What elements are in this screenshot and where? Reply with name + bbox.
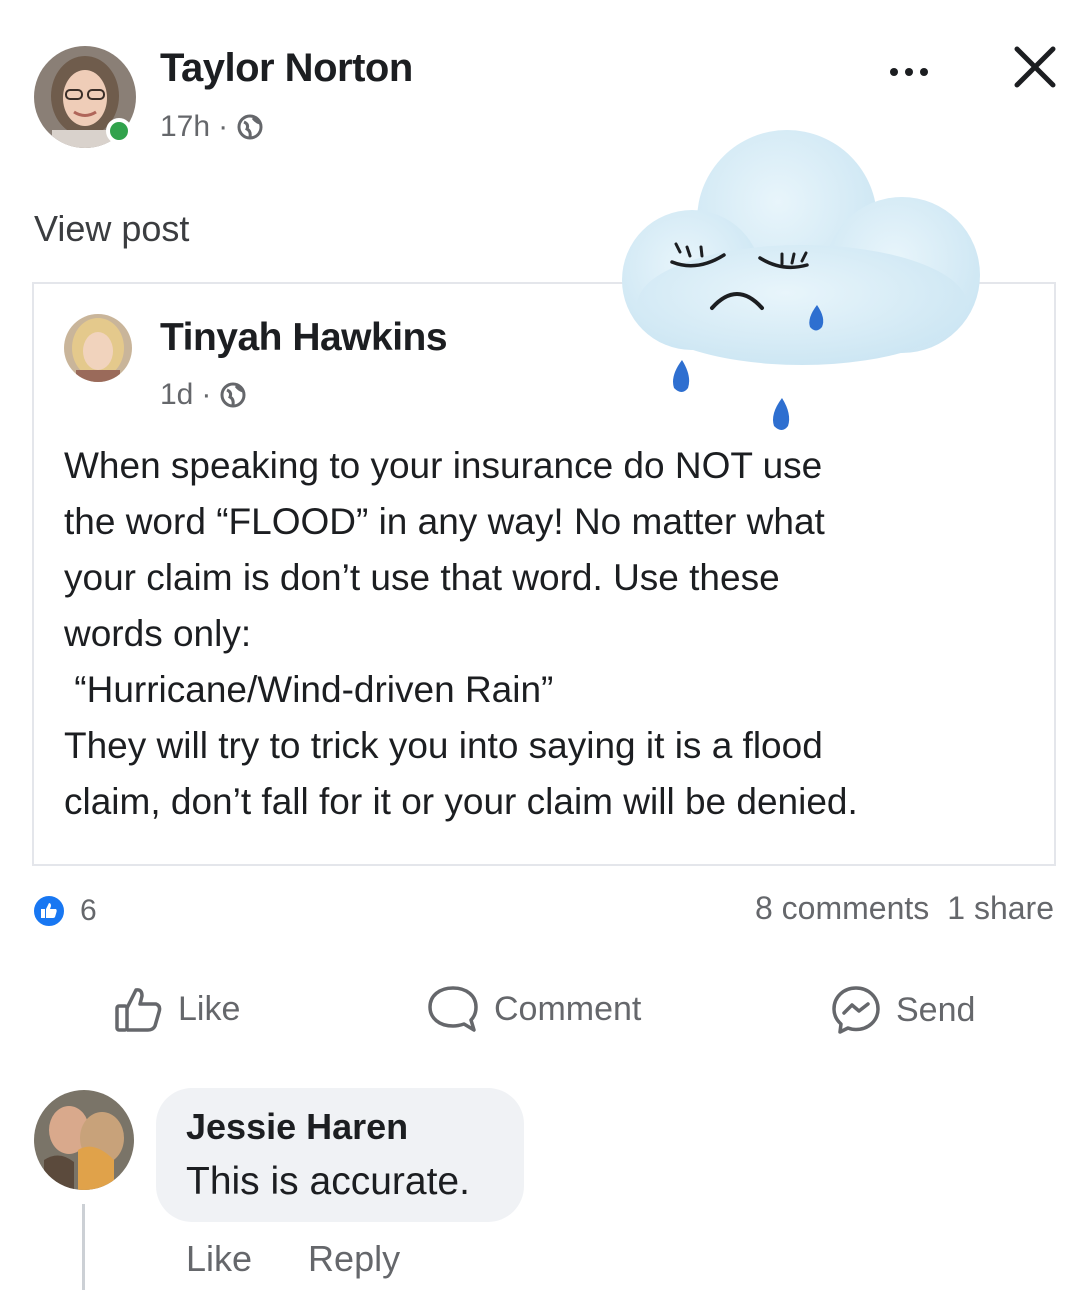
comment-icon	[428, 986, 478, 1032]
commenter-avatar[interactable]	[34, 1090, 134, 1190]
post-stats: 8 comments 1 share	[755, 890, 1054, 927]
comment-reply-button[interactable]: Reply	[308, 1238, 400, 1280]
shared-post-author-name[interactable]: Tinyah Hawkins	[160, 316, 448, 360]
shared-post-time[interactable]: 1d	[160, 378, 193, 412]
globe-icon	[220, 382, 246, 408]
reaction-count[interactable]: 6	[80, 894, 97, 928]
send-label: Send	[896, 990, 976, 1029]
comment-label: Comment	[494, 989, 642, 1028]
profile-photo	[34, 1090, 134, 1190]
post-meta: 17h ·	[160, 110, 264, 144]
more-dot	[890, 68, 898, 76]
messenger-icon	[832, 986, 880, 1034]
more-icon[interactable]	[890, 62, 928, 82]
more-dot	[920, 68, 928, 76]
meta-separator: ·	[218, 110, 229, 143]
more-dot	[905, 68, 913, 76]
comment-count[interactable]: 8 comments	[755, 890, 929, 927]
close-button[interactable]	[1012, 44, 1058, 90]
sad-raincloud-sticker	[612, 130, 992, 450]
like-reaction-icon[interactable]	[32, 894, 66, 928]
shared-post-body: When speaking to your insurance do NOT u…	[64, 445, 858, 822]
comment-author-name[interactable]: Jessie Haren	[186, 1106, 408, 1148]
like-button[interactable]: Like	[114, 984, 240, 1034]
raincloud-illustration	[622, 130, 980, 430]
post-time[interactable]: 17h	[160, 110, 210, 144]
comment-thread-line	[82, 1204, 85, 1290]
globe-icon	[237, 114, 263, 140]
post-author-name[interactable]: Taylor Norton	[160, 46, 413, 91]
online-status-dot	[106, 118, 132, 144]
share-count[interactable]: 1 share	[947, 890, 1054, 927]
comment-button[interactable]: Comment	[426, 984, 641, 1034]
comment-actions: Like Reply	[186, 1238, 400, 1280]
comment-text: This is accurate.	[186, 1160, 470, 1203]
view-post-link[interactable]: View post	[34, 208, 189, 250]
meta-separator: ·	[201, 378, 212, 411]
profile-photo	[64, 314, 132, 382]
like-icon	[115, 988, 162, 1032]
shared-post-meta: 1d ·	[160, 378, 247, 412]
close-icon	[1014, 46, 1056, 88]
thumbs-up-icon	[41, 903, 57, 918]
like-label: Like	[178, 989, 241, 1028]
send-button[interactable]: Send	[830, 984, 975, 1036]
shared-post-avatar[interactable]	[64, 314, 132, 382]
comment-like-button[interactable]: Like	[186, 1238, 252, 1280]
